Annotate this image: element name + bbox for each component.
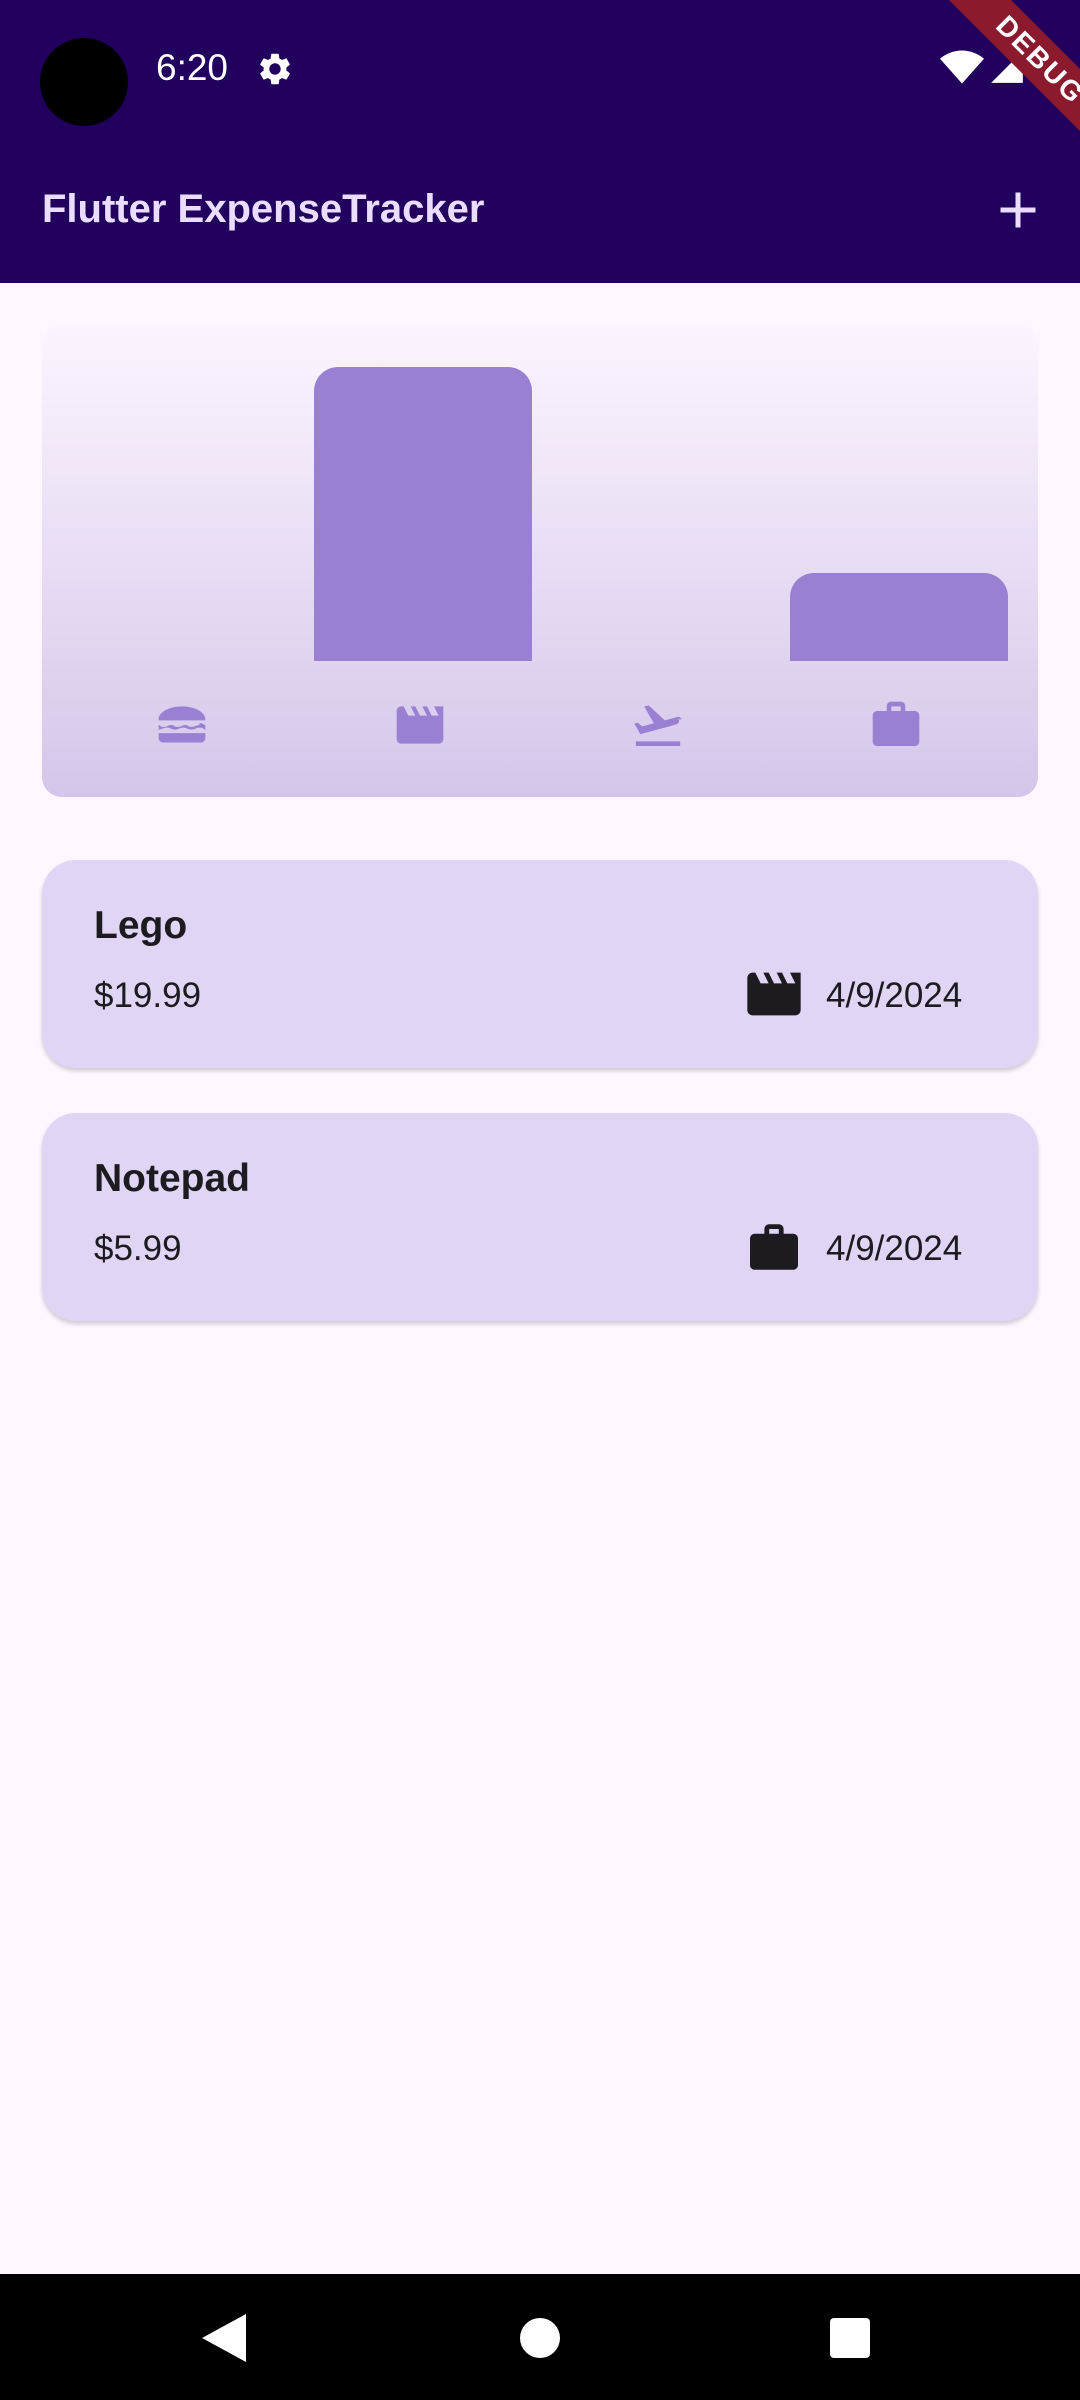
back-icon[interactable] [202, 2314, 246, 2362]
debug-label: DEBUG [932, 0, 1080, 168]
expense-amount: $19.99 [94, 976, 202, 1015]
briefcase-icon [872, 701, 920, 746]
chart-bar-area [42, 325, 1038, 661]
recent-apps-icon[interactable] [830, 2318, 870, 2358]
briefcase-icon [750, 1224, 798, 1270]
expense-date: 4/9/2024 [826, 976, 963, 1015]
app-title: Flutter ExpenseTracker [42, 187, 485, 231]
camera-cutout [40, 38, 128, 126]
chart-bar-leisure [314, 367, 532, 661]
expense-chart [42, 325, 1038, 797]
status-time: 6:20 [156, 47, 229, 88]
expense-date: 4/9/2024 [826, 1229, 963, 1268]
burger-icon [158, 706, 206, 743]
movie-clapper-icon [747, 972, 801, 1016]
app-header: 6:20 Flutter ExpenseTracker DEBUG [0, 0, 1080, 283]
debug-banner: DEBUG [910, 0, 1080, 170]
system-nav-bar [0, 2274, 1080, 2400]
movie-clapper-icon [396, 706, 444, 744]
expense-amount: $5.99 [94, 1229, 182, 1268]
home-icon[interactable] [520, 2318, 560, 2358]
flight-takeoff-icon [634, 705, 682, 746]
plus-icon[interactable] [988, 180, 1048, 240]
expense-title: Notepad [94, 1157, 250, 1200]
gear-icon [260, 53, 290, 85]
expense-item-notepad[interactable]: Notepad $5.99 4/9/2024 [42, 1113, 1038, 1321]
expense-title: Lego [94, 904, 188, 947]
chart-bar-work [790, 573, 1008, 661]
expense-item-lego[interactable]: Lego $19.99 4/9/2024 [42, 860, 1038, 1068]
